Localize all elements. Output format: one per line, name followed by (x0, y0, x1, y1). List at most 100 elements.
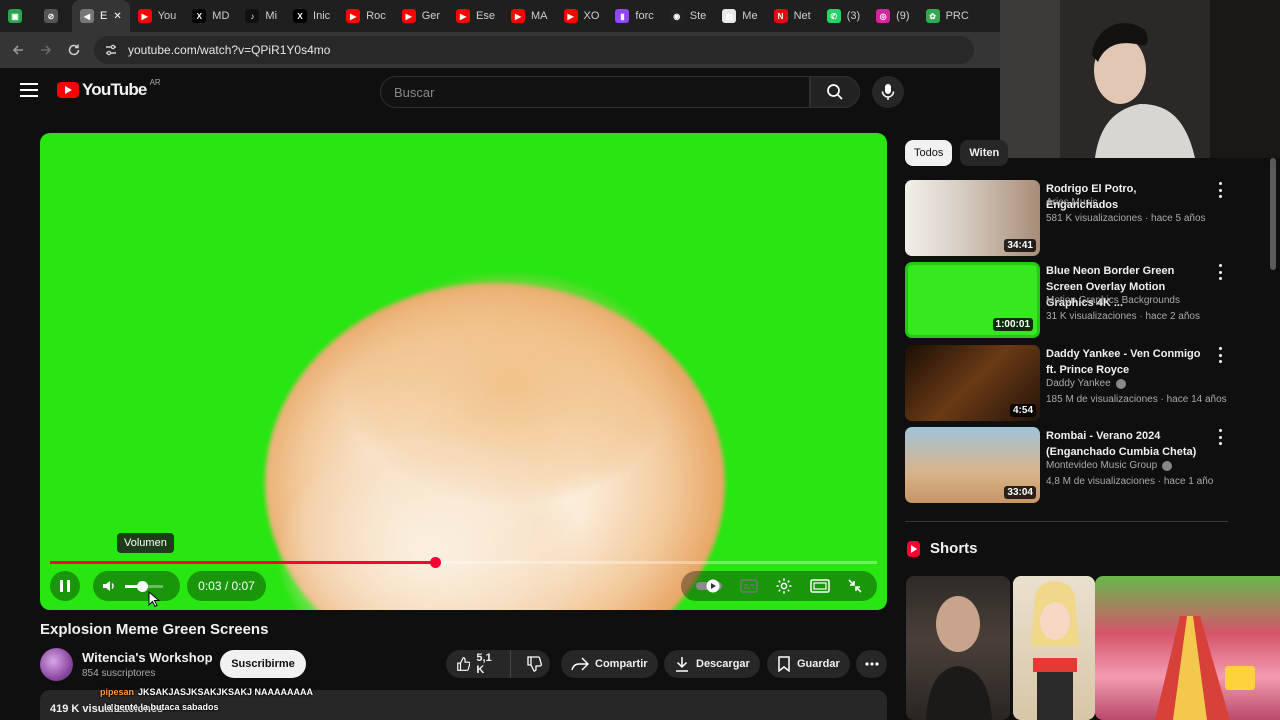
channel-avatar[interactable] (40, 648, 73, 681)
short-item[interactable] (906, 576, 1010, 720)
recommended-channel[interactable]: Aries Music (1046, 197, 1098, 208)
screen: ▣ ⊘ ◀ E ✕ ▶ You X MD ♪ Mi X Inic ▶ Roc ▶ Ger ▶ Ese ▶ MA ▶ XO ▮ f… (0, 0, 1280, 720)
share-button[interactable]: Compartir (561, 650, 658, 678)
channel-name[interactable]: Witencia's Workshop (82, 650, 213, 665)
more-vertical-icon[interactable] (1217, 182, 1223, 198)
browser-tab[interactable]: ▶ Roc (338, 0, 394, 32)
tab-favicon-icon: ✿ (925, 9, 940, 23)
time-display: 0:03 / 0:07 (187, 571, 266, 601)
short-item[interactable] (1013, 576, 1095, 720)
pause-icon (60, 580, 70, 592)
browser-tab[interactable]: ▣ (0, 0, 36, 32)
verified-check-icon (1115, 378, 1126, 389)
video-thumbnail[interactable]: 33:04 (905, 427, 1040, 503)
browser-tab[interactable]: N Net (766, 0, 819, 32)
hamburger-menu-icon[interactable] (20, 83, 38, 97)
tab-favicon-icon: ▮ (615, 9, 630, 23)
short-thumbnail-game (1155, 616, 1255, 720)
browser-tab[interactable]: ✆ (3) (819, 0, 868, 32)
video-thumbnail[interactable]: 1:00:01 (905, 262, 1040, 338)
browser-tab[interactable]: X Inic (285, 0, 338, 32)
volume-control (93, 571, 180, 601)
more-vertical-icon[interactable] (1217, 264, 1223, 280)
close-tab-icon[interactable]: ✕ (113, 11, 121, 22)
mouse-cursor-icon (148, 591, 160, 608)
tab-favicon-icon: ◎ (876, 9, 891, 23)
recommended-channel-name: Daddy Yankee (1046, 378, 1111, 389)
recommended-video[interactable]: 33:04 Rombai - Verano 2024 (Enganchado Cu… (905, 427, 1235, 503)
voice-search-button[interactable] (872, 76, 904, 108)
short-item[interactable] (1095, 576, 1280, 720)
more-actions-button[interactable] (856, 650, 887, 678)
recommended-video[interactable]: 1:00:01 Blue Neon Border Green Screen Ove… (905, 262, 1235, 338)
shorts-icon (907, 540, 920, 557)
more-vertical-icon[interactable] (1217, 429, 1223, 445)
chip-todos[interactable]: Todos (905, 140, 953, 166)
chip-witen[interactable]: Witen (960, 140, 1009, 166)
tab-label: Ger (421, 10, 441, 22)
recommended-title[interactable]: Rombai - Verano 2024 (Enganchado Cumbia … (1046, 428, 1211, 460)
site-info-icon[interactable] (104, 43, 118, 57)
browser-tab[interactable]: ▶ XO (556, 0, 608, 32)
tab-favicon-icon: ▶ (456, 9, 471, 23)
browser-tab[interactable]: ♪ Mi (237, 0, 285, 32)
volume-icon[interactable] (101, 578, 117, 594)
back-button[interactable] (4, 36, 32, 64)
browser-tab[interactable]: ◎ (9) (868, 0, 917, 32)
browser-tab[interactable]: ▶ Ese (448, 0, 503, 32)
pause-button[interactable] (50, 571, 80, 601)
recommended-channel[interactable]: Montevideo Music Group (1046, 460, 1173, 471)
verified-check-icon (1162, 460, 1173, 471)
bookmark-icon (778, 656, 790, 672)
more-vertical-icon[interactable] (1217, 347, 1223, 363)
tab-label: Ste (689, 10, 707, 22)
reload-button[interactable] (60, 36, 88, 64)
browser-tab[interactable]: X MD (184, 0, 237, 32)
filter-chips: Todos Witen (905, 140, 1009, 166)
browser-tab[interactable]: ▶ MA (503, 0, 556, 32)
forward-button[interactable] (32, 36, 60, 64)
reload-icon (68, 44, 80, 56)
browser-tab[interactable]: ▶ You (130, 0, 185, 32)
browser-tab[interactable]: ▮ forc (607, 0, 661, 32)
browser-tab[interactable]: ⊘ (36, 0, 72, 32)
recommended-video[interactable]: 34:41 Rodrigo El Potro, Enganchados Aries … (905, 180, 1235, 256)
tab-favicon-icon: ▶ (563, 9, 578, 23)
save-button[interactable]: Guardar (767, 650, 850, 678)
tab-label: (3) (846, 10, 861, 22)
theater-mode-icon[interactable] (810, 579, 830, 593)
recommended-channel[interactable]: Daddy Yankee (1046, 378, 1126, 389)
volume-knob[interactable] (137, 580, 149, 592)
tab-favicon-icon: X (192, 9, 207, 23)
address-bar[interactable]: youtube.com/watch?v=QPiR1Y0s4mo (94, 36, 974, 64)
exit-fullscreen-icon[interactable] (847, 578, 863, 594)
video-thumbnail[interactable]: 34:41 (905, 180, 1040, 256)
video-duration: 33:04 (1004, 486, 1036, 499)
download-button[interactable]: Descargar (664, 650, 760, 678)
progress-scrubber[interactable] (429, 557, 441, 568)
sidebar-scrollbar[interactable] (1270, 158, 1276, 270)
search-input[interactable] (394, 84, 809, 100)
chat-message: pipesan JKSAKJASJKSAKJKSAKJ NAAAAAAAA (100, 687, 313, 697)
settings-gear-icon[interactable] (775, 577, 793, 595)
dislike-button[interactable] (517, 650, 550, 678)
search-button[interactable] (810, 76, 860, 108)
browser-tab[interactable]: ◀ E ✕ (72, 0, 130, 32)
browser-tab[interactable]: ▶ Ger (394, 0, 448, 32)
browser-tab[interactable]: ✿ PRC (918, 0, 977, 32)
subscribe-button[interactable]: Suscribirme (220, 650, 306, 678)
autoplay-toggle-icon[interactable] (695, 578, 723, 594)
browser-tab[interactable]: ◉ Ste (662, 0, 715, 32)
player-right-controls (681, 571, 877, 601)
browser-tab[interactable]: ▦ Me (714, 0, 765, 32)
recommended-title[interactable]: Daddy Yankee - Ven Conmigo ft. Prince Ro… (1046, 346, 1211, 378)
progress-bar[interactable] (50, 557, 877, 568)
video-player[interactable]: Volumen 0:03 / 0:07 (40, 133, 887, 610)
video-thumbnail[interactable]: 4:54 (905, 345, 1040, 421)
youtube-logo[interactable]: YouTube AR (57, 78, 161, 100)
volume-slider[interactable] (125, 580, 163, 592)
recommended-video[interactable]: 4:54 Daddy Yankee - Ven Conmigo ft. Princ… (905, 345, 1235, 421)
like-button[interactable]: 5,1 K (446, 650, 512, 678)
subtitles-icon[interactable] (740, 579, 758, 593)
recommended-channel[interactable]: Motion Graphics Backgrounds (1046, 295, 1180, 306)
